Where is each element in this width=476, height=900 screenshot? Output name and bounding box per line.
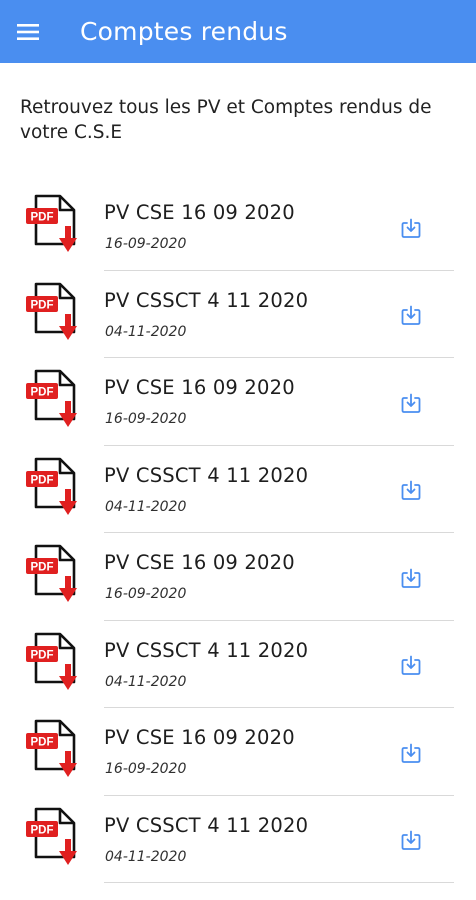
pdf-file-icon: PDF xyxy=(26,544,77,602)
document-row[interactable]: PDF PV CSE 16 09 2020 16-09-2020 xyxy=(0,708,476,796)
svg-text:PDF: PDF xyxy=(31,737,54,749)
pdf-file-icon: PDF xyxy=(26,457,77,515)
download-icon xyxy=(401,568,421,588)
pdf-file-icon: PDF xyxy=(26,632,77,690)
hamburger-menu-icon xyxy=(17,23,39,40)
download-button[interactable] xyxy=(398,478,424,504)
svg-text:PDF: PDF xyxy=(31,387,54,399)
document-row[interactable]: PDF PV CSE 16 09 2020 16-09-2020 xyxy=(0,533,476,621)
svg-text:PDF: PDF xyxy=(31,649,54,661)
document-title: PV CSE 16 09 2020 xyxy=(104,726,295,749)
document-row[interactable]: PDF PV CSE 16 09 2020 16-09-2020 xyxy=(0,358,476,446)
svg-text:PDF: PDF xyxy=(31,562,54,574)
menu-button[interactable] xyxy=(0,0,56,63)
svg-text:PDF: PDF xyxy=(31,299,54,311)
download-button[interactable] xyxy=(398,215,424,241)
pdf-file-icon: PDF xyxy=(26,369,77,427)
download-button[interactable] xyxy=(398,390,424,416)
document-title: PV CSSCT 4 11 2020 xyxy=(104,638,309,662)
download-icon xyxy=(401,393,421,413)
document-date: 16-09-2020 xyxy=(105,586,187,602)
download-icon xyxy=(401,830,421,850)
document-date: 16-09-2020 xyxy=(105,236,187,252)
document-date: 16-09-2020 xyxy=(105,761,187,777)
document-title: PV CSSCT 4 11 2020 xyxy=(104,288,309,312)
document-date: 16-09-2020 xyxy=(105,411,187,427)
row-divider xyxy=(104,882,454,883)
document-date: 04-11-2020 xyxy=(105,848,187,865)
document-row[interactable]: PDF PV CSSCT 4 11 2020 04-11-2020 xyxy=(0,271,476,358)
download-button[interactable] xyxy=(398,740,424,766)
download-icon xyxy=(401,743,421,763)
pdf-file-icon: PDF xyxy=(26,719,77,777)
document-row[interactable]: PDF PV CSSCT 4 11 2020 04-11-2020 xyxy=(0,621,476,708)
svg-text:PDF: PDF xyxy=(31,824,54,836)
document-date: 04-11-2020 xyxy=(105,673,187,690)
document-date: 04-11-2020 xyxy=(105,323,187,340)
download-icon xyxy=(401,218,421,238)
document-title: PV CSSCT 4 11 2020 xyxy=(104,463,309,487)
download-button[interactable] xyxy=(398,828,424,854)
document-title: PV CSE 16 09 2020 xyxy=(104,551,295,574)
document-row[interactable]: PDF PV CSSCT 4 11 2020 04-11-2020 xyxy=(0,446,476,533)
document-title: PV CSE 16 09 2020 xyxy=(104,376,295,399)
document-row[interactable]: PDF PV CSE 16 09 2020 16-09-2020 xyxy=(0,183,476,271)
pdf-file-icon: PDF xyxy=(26,282,77,340)
svg-text:PDF: PDF xyxy=(31,474,54,486)
pdf-file-icon: PDF xyxy=(26,194,77,252)
document-date: 04-11-2020 xyxy=(105,498,187,515)
pdf-file-icon: PDF xyxy=(26,807,77,865)
document-title: PV CSSCT 4 11 2020 xyxy=(104,813,309,837)
download-button[interactable] xyxy=(398,653,424,679)
svg-text:PDF: PDF xyxy=(31,212,54,224)
download-icon xyxy=(401,655,421,675)
document-title: PV CSE 16 09 2020 xyxy=(104,201,295,224)
document-list: PDF PV CSE 16 09 2020 16-09-2020 PDF PV … xyxy=(0,183,476,883)
download-button[interactable] xyxy=(398,565,424,591)
page-title: Comptes rendus xyxy=(80,17,288,46)
download-button[interactable] xyxy=(398,303,424,329)
document-row[interactable]: PDF PV CSSCT 4 11 2020 04-11-2020 xyxy=(0,796,476,883)
intro-text: Retrouvez tous les PV et Comptes rendus … xyxy=(20,97,432,143)
app-bar: Comptes rendus xyxy=(0,0,476,63)
download-icon xyxy=(401,480,421,500)
download-icon xyxy=(401,305,421,325)
